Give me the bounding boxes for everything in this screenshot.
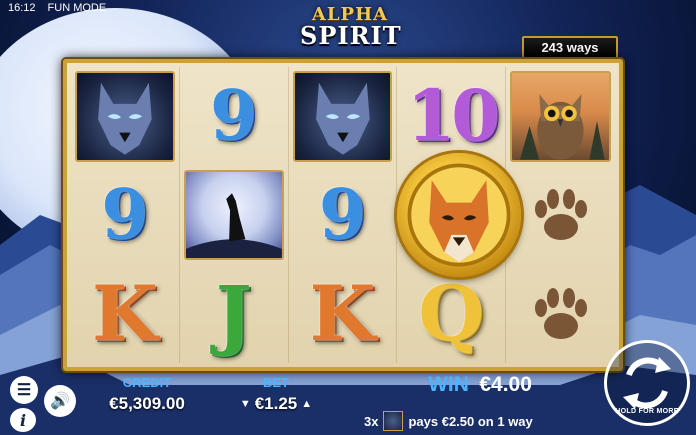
wolf-head-icon xyxy=(407,163,511,267)
wolf-icon xyxy=(75,71,175,162)
owl-icon xyxy=(510,71,611,162)
bet-value: €1.25 xyxy=(254,394,298,413)
bet-label: BET xyxy=(263,375,289,390)
symbol-paw xyxy=(506,264,615,363)
symbol-wolf xyxy=(71,67,180,166)
k-glyph: K xyxy=(91,268,158,358)
win-panel: WIN €4.00 xyxy=(370,373,590,397)
symbol-wild xyxy=(180,165,289,265)
gold-wolf-coin-symbol xyxy=(397,153,521,277)
symbol-nine: 9 xyxy=(289,165,398,265)
credit-value: €5,309.00 xyxy=(109,394,185,413)
paw-icon xyxy=(534,287,587,339)
symbol-j: J xyxy=(180,264,289,363)
game-logo: ALPHA SPIRIT xyxy=(300,6,402,50)
k-glyph: K xyxy=(309,268,376,358)
speaker-icon: 🔊 xyxy=(50,393,70,410)
symbol-ten: 10 xyxy=(397,67,507,166)
payline-text: pays €2.50 on 1 way xyxy=(408,413,533,429)
bet-increase-button[interactable]: ▲ xyxy=(301,398,312,410)
menu-icon: ☰ xyxy=(16,382,32,399)
symbol-wolf xyxy=(289,67,398,166)
reel-grid: 9 10 9 9 K J K Q xyxy=(71,67,615,363)
sound-button[interactable]: 🔊 xyxy=(44,385,76,417)
clock: 16:12 xyxy=(8,2,36,14)
nine-glyph: 9 xyxy=(101,174,149,255)
symbol-paw xyxy=(506,166,615,265)
mode-label: FUN MODE xyxy=(47,2,107,14)
j-glyph: J xyxy=(215,268,252,358)
symbol-k: K xyxy=(71,264,180,363)
symbol-owl xyxy=(506,67,615,166)
symbol-k: K xyxy=(289,264,398,363)
menu-button[interactable]: ☰ xyxy=(10,376,38,404)
howling-wolf-wild-icon xyxy=(183,169,284,261)
payline-count: 3x xyxy=(364,413,379,429)
ways-badge: 243 ways xyxy=(522,36,618,60)
nine-glyph: 9 xyxy=(210,76,258,157)
logo-line2: SPIRIT xyxy=(300,21,402,50)
info-icon: i xyxy=(19,410,27,430)
ten-glyph: 10 xyxy=(406,74,500,158)
spin-button[interactable]: HOLD FOR MORE xyxy=(604,340,690,426)
paw-icon xyxy=(534,188,587,240)
status-bar: 16:12 FUN MODE xyxy=(8,2,106,14)
bet-panel: BET ▼ €1.25 ▲ xyxy=(224,375,328,414)
nine-glyph: 9 xyxy=(318,174,367,255)
credit-panel: CREDIT €5,309.00 xyxy=(92,375,202,414)
win-label: WIN xyxy=(428,373,469,396)
symbol-nine: 9 xyxy=(180,67,289,166)
payline-info: 3x pays €2.50 on 1 way xyxy=(364,411,604,431)
info-button[interactable]: i xyxy=(10,408,36,432)
symbol-nine: 9 xyxy=(71,165,180,265)
win-value: €4.00 xyxy=(479,373,532,396)
bottom-bar: ☰ i 🔊 CREDIT €5,309.00 BET ▼ €1.25 ▲ WIN… xyxy=(0,371,696,435)
wolf-mini-icon xyxy=(383,411,404,431)
wolf-icon xyxy=(292,71,393,162)
q-glyph: Q xyxy=(418,268,485,358)
credit-label: CREDIT xyxy=(122,375,172,390)
spin-caption: HOLD FOR MORE xyxy=(615,408,679,415)
symbol-q: Q xyxy=(397,264,507,363)
bet-decrease-button[interactable]: ▼ xyxy=(240,398,251,410)
reels-frame: 9 10 9 9 K J K Q xyxy=(63,59,623,371)
